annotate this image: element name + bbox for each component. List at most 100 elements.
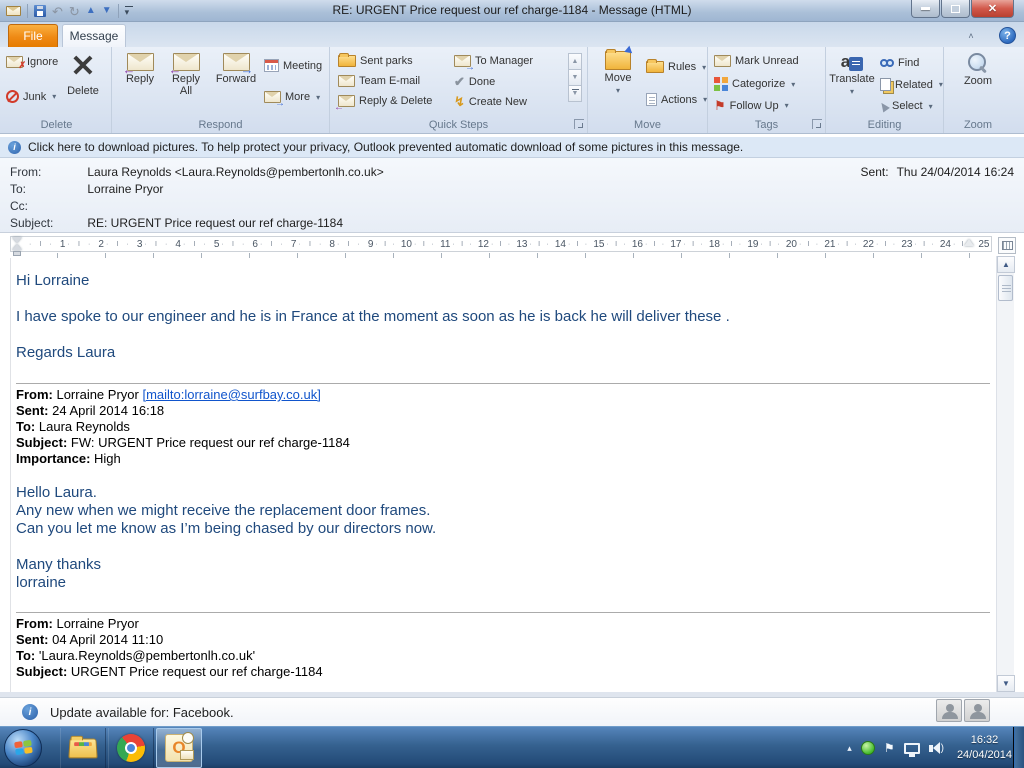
chrome-icon xyxy=(117,734,145,762)
quick-step-team-email[interactable]: Team E-mail xyxy=(338,75,420,87)
ruler-tick: · xyxy=(799,240,802,248)
mailto-link[interactable]: [mailto:lorraine@surfbay.co.uk] xyxy=(142,387,320,402)
translate-button[interactable]: a Translate xyxy=(828,53,876,96)
outlook-icon: O xyxy=(165,732,194,762)
ruler[interactable]: · I · 1 · I · 2 · I · 3 · I · 4 · I · 5 · I · 6 · I · 7 · I · 8 · I · 9 · I · 1… xyxy=(10,236,992,252)
statusbar-text[interactable]: Update available for: Facebook. xyxy=(50,705,234,720)
forward-button[interactable]: → Forward xyxy=(210,53,262,85)
tray-status-icon[interactable] xyxy=(860,741,875,755)
download-pictures-infobar[interactable]: i Click here to download pictures. To he… xyxy=(0,137,1024,158)
tray-expand-icon[interactable]: ▴ xyxy=(847,743,852,754)
quick-steps-scroll: ▲ ▼ ▼ xyxy=(568,53,582,102)
tags-dialog-launcher[interactable] xyxy=(812,119,822,129)
ruler-number: 21 xyxy=(824,238,836,250)
quote1-subject-row: Subject: FW: URGENT Price request our re… xyxy=(16,435,350,450)
collapse-ribbon-button[interactable]: ˄ xyxy=(964,30,978,42)
quick-step-reply-delete[interactable]: ← Reply & Delete xyxy=(334,95,432,113)
quick-step-sent-parks[interactable]: Sent parks xyxy=(338,53,413,67)
ruler-tick: I xyxy=(77,240,80,248)
ruler-tick: I xyxy=(422,240,425,248)
follow-up-button[interactable]: ⚑ Follow Up xyxy=(714,99,789,112)
meeting-button[interactable]: Meeting xyxy=(264,59,322,72)
tab-file[interactable]: File xyxy=(8,24,58,47)
quick-step-create-new[interactable]: ↯ Create New xyxy=(454,95,527,108)
create-new-icon: ↯ xyxy=(454,94,465,109)
zoom-button[interactable]: Zoom xyxy=(952,53,1004,87)
folder-icon xyxy=(338,53,356,67)
quick-step-done[interactable]: ✔ Done xyxy=(454,75,495,88)
quick-steps-more-button[interactable]: ▼ xyxy=(568,85,582,102)
action-center-flag-icon[interactable]: ⚑ xyxy=(884,742,895,754)
junk-button[interactable]: Junk xyxy=(6,90,56,103)
group-label-editing: Editing xyxy=(867,119,902,131)
tray-clock[interactable]: 16:32 24/04/2014 xyxy=(957,733,1012,763)
social-connector-avatar[interactable] xyxy=(964,699,990,722)
ruler-tick: · xyxy=(529,240,532,248)
ruler-tick: I xyxy=(270,240,273,248)
move-button[interactable]: Move xyxy=(594,45,642,95)
translate-icon: a xyxy=(841,53,864,71)
group-label-zoom: Zoom xyxy=(963,119,993,131)
ruler-number: 19 xyxy=(747,238,759,250)
taskbar-outlook-button[interactable]: O xyxy=(156,728,202,768)
restore-button[interactable] xyxy=(941,0,970,18)
sent-value: Thu 24/04/2014 16:24 xyxy=(896,165,1014,179)
find-button[interactable]: Find xyxy=(880,57,919,69)
message-header: From: Laura Reynolds <Laura.Reynolds@pem… xyxy=(0,158,1024,233)
ruler-segment: · I · 9 xyxy=(337,237,376,251)
scroll-thumb[interactable] xyxy=(998,275,1013,301)
taskbar: O ▴ ⚑ ) 16:32 24/04/2014 xyxy=(0,726,1024,768)
ruler-tick: · xyxy=(914,240,917,248)
right-indent-marker[interactable] xyxy=(964,239,974,246)
quick-steps-scroll-down[interactable]: ▼ xyxy=(568,69,582,86)
ribbon-group-respond: ← Reply ← Reply All → Forward Meeting → … xyxy=(112,47,330,133)
ruler-number: 10 xyxy=(400,238,412,250)
ruler-tick: I xyxy=(923,240,926,248)
ruler-tick: I xyxy=(461,240,464,248)
network-icon[interactable] xyxy=(903,742,920,757)
actions-button[interactable]: Actions xyxy=(646,93,707,106)
tab-message[interactable]: Message xyxy=(62,24,126,47)
social-connector-avatar[interactable] xyxy=(936,699,962,722)
related-button[interactable]: Related xyxy=(880,78,943,94)
ruler-tick: · xyxy=(164,240,168,248)
ruler-segment: · I · 13 xyxy=(491,237,530,251)
body-scrollbar[interactable]: ▲ ▼ xyxy=(996,256,1015,692)
quick-step-to-manager[interactable]: → To Manager xyxy=(454,55,533,73)
quote2-subject-row: Subject: URGENT Price request our ref ch… xyxy=(16,664,323,679)
rules-button[interactable]: Rules xyxy=(646,59,706,73)
ruler-tick: · xyxy=(106,240,109,248)
quote2-from-row: From: Lorraine Pryor xyxy=(16,616,139,631)
ruler-tick: · xyxy=(203,240,206,248)
quick-steps-dialog-launcher[interactable] xyxy=(574,119,584,129)
mark-unread-button[interactable]: Mark Unread xyxy=(714,55,799,67)
delete-button[interactable]: ✕ Delete xyxy=(58,51,108,98)
quick-steps-scroll-up[interactable]: ▲ xyxy=(568,53,582,70)
ruler-tick: I xyxy=(116,240,119,248)
show-desktop-button[interactable] xyxy=(1013,727,1024,768)
minimize-button[interactable] xyxy=(911,0,940,18)
categorize-button[interactable]: Categorize xyxy=(714,77,795,91)
help-button[interactable]: ? xyxy=(999,27,1016,44)
scroll-down-button[interactable]: ▼ xyxy=(997,675,1015,692)
ruler-tick: · xyxy=(87,240,91,248)
close-button[interactable]: ✕ xyxy=(971,0,1014,18)
ignore-button[interactable]: ✗ Ignore xyxy=(6,56,58,70)
reply-all-button[interactable]: ← Reply All xyxy=(164,53,208,97)
ruler-track: · I · 1 · I · 2 · I · 3 · I · 4 · I · 5 · I · 6 · I · 7 · I · 8 · I · 9 · I · 1… xyxy=(29,237,991,251)
scroll-up-button[interactable]: ▲ xyxy=(997,256,1015,273)
reply-button[interactable]: ← Reply xyxy=(118,53,162,85)
header-to-row: To: Lorraine Pryor xyxy=(10,182,163,196)
more-respond-button[interactable]: → More xyxy=(264,91,320,109)
ruler-number: 14 xyxy=(554,238,566,250)
ruler-toggle-button[interactable] xyxy=(998,237,1016,254)
first-line-indent-marker[interactable] xyxy=(12,237,22,243)
start-button[interactable] xyxy=(4,729,42,767)
message-greeting: Hi Lorraine xyxy=(16,272,90,289)
select-button[interactable]: Select xyxy=(878,100,933,112)
taskbar-chrome-button[interactable] xyxy=(108,728,154,768)
taskbar-explorer-button[interactable] xyxy=(60,728,106,768)
hanging-indent-marker[interactable] xyxy=(12,244,22,250)
volume-icon[interactable]: ) xyxy=(928,742,944,754)
ruler-segment: · I · 22 xyxy=(838,237,877,251)
